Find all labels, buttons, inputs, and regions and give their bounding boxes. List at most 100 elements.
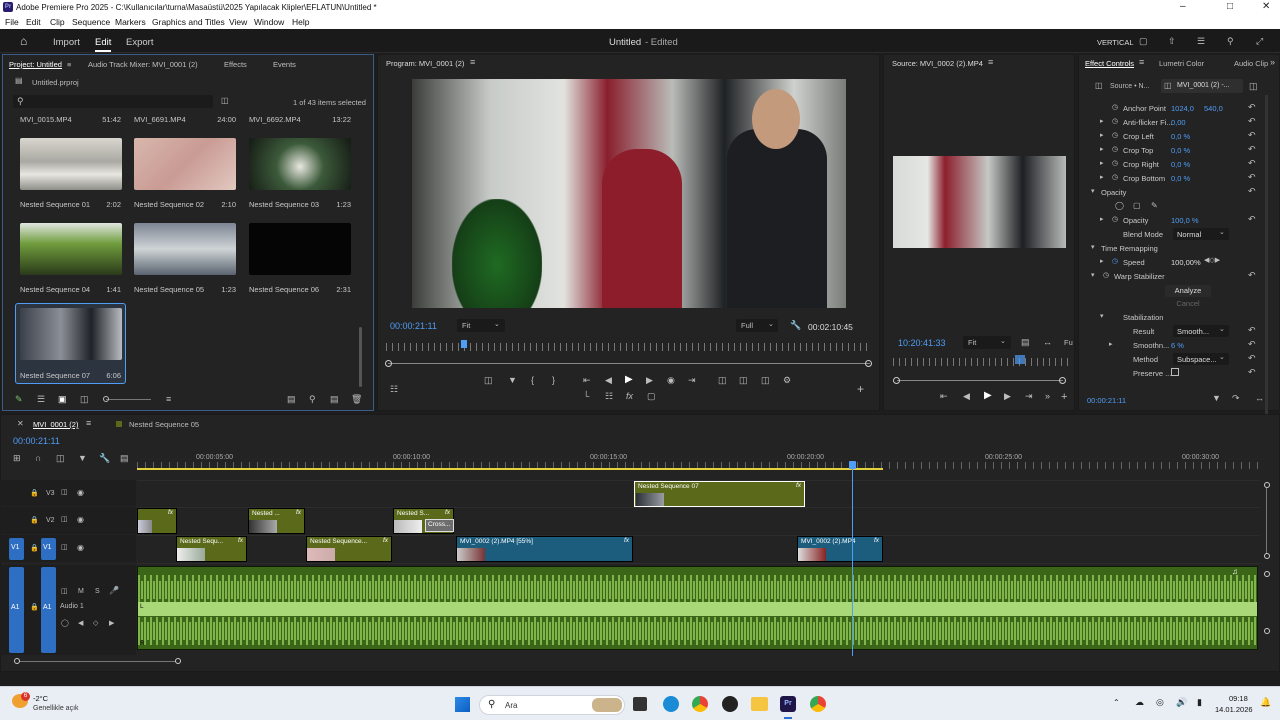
fx-badge-icon[interactable]: ◷ — [1103, 272, 1109, 279]
go-to-out-icon[interactable]: ⇥ — [1025, 392, 1033, 401]
method-select[interactable]: Subspace... ⌄ — [1173, 353, 1229, 365]
project-search-input[interactable]: ⚲ — [13, 95, 213, 108]
pen-mask-icon[interactable]: ✎ — [1151, 202, 1158, 210]
lock-icon[interactable]: 🔒 — [30, 604, 39, 611]
stopwatch-icon[interactable]: ◷ — [1112, 216, 1118, 223]
program-quality-select[interactable]: Full ⌄ — [736, 319, 778, 332]
reset-icon[interactable]: ↶ — [1248, 172, 1256, 183]
prop-value[interactable]: 0,0 % — [1171, 132, 1190, 141]
program-title[interactable]: Program: MVI_0001 (2) — [386, 59, 464, 68]
reset-icon[interactable]: ↶ — [1248, 339, 1256, 350]
sort-icon[interactable]: ≡ — [166, 395, 171, 404]
zoom-handle-right[interactable] — [1059, 377, 1066, 384]
vr-icon[interactable]: ▢ — [647, 392, 656, 401]
thumbnail-nested-04[interactable] — [20, 223, 122, 275]
expand-icon[interactable]: ▸ — [1100, 216, 1104, 223]
taskbar-search-box[interactable]: ⚲ Ara — [479, 695, 625, 715]
lock-icon[interactable]: 🔒 — [30, 517, 39, 524]
expand-icon[interactable]: ▸ — [1100, 174, 1104, 181]
lift-icon[interactable]: ◫ — [718, 376, 727, 385]
sync-icon[interactable]: ◫ — [61, 544, 68, 551]
source-fit-select[interactable]: Fit ⌄ — [963, 336, 1011, 349]
sync-icon[interactable]: ◫ — [61, 516, 68, 523]
mark-in-icon[interactable]: { — [531, 376, 534, 385]
thumbnail-nested-02[interactable] — [134, 138, 236, 190]
windows-start-icon[interactable] — [455, 697, 470, 712]
transition-cross-dissolve[interactable]: Cross... — [425, 519, 454, 532]
eye-icon[interactable]: ◉ — [77, 489, 84, 497]
ec-menu-icon[interactable]: ≡ — [1139, 58, 1144, 67]
add-marker-icon[interactable]: ▼ — [78, 454, 87, 463]
nav-export[interactable]: Export — [126, 37, 153, 48]
volume-icon[interactable]: 🔊 — [1176, 697, 1187, 708]
tab-project[interactable]: Project: Untitled — [9, 60, 62, 69]
ec-clip-tab[interactable]: ◫ MVI_0001 (2) -... — [1161, 79, 1243, 93]
reset-icon[interactable]: ↶ — [1248, 214, 1256, 225]
tab-sequence-main[interactable]: MVI_0001 (2) — [33, 420, 78, 429]
reset-icon[interactable]: ↶ — [1248, 144, 1256, 155]
work-area-bar[interactable] — [137, 468, 883, 470]
network-icon[interactable]: ◎ — [1156, 697, 1164, 708]
selected-item-nested-07[interactable]: Nested Sequence 07 6:06 — [15, 303, 126, 384]
ec-source-tab[interactable]: Source • N... — [1110, 83, 1149, 90]
wrench-icon[interactable]: 🔧 — [99, 454, 110, 463]
program-fit-select[interactable]: Fit ⌄ — [457, 319, 505, 332]
solo-button[interactable]: S — [95, 588, 100, 595]
item-name[interactable]: Nested Sequence 03 — [249, 200, 319, 209]
play-icon[interactable]: ▶ — [625, 375, 633, 385]
track-label-v3[interactable]: V3 — [46, 490, 55, 497]
vscroll-handle-bottom[interactable] — [1264, 553, 1270, 559]
anchor-y[interactable]: 540,0 — [1204, 104, 1223, 113]
tab-audio-mixer[interactable]: Audio Track Mixer: MVI_0001 (2) — [88, 60, 198, 69]
stopwatch-icon[interactable]: ◷ — [1112, 258, 1118, 265]
prop-value[interactable]: 0,0 % — [1171, 146, 1190, 155]
clip-v1-c[interactable]: MVI_0002 (2).MP4 [55%] fx — [456, 536, 633, 562]
safe-margins-icon[interactable]: ☷ — [390, 385, 398, 394]
go-to-in-icon[interactable]: ⇤ — [583, 376, 591, 385]
add-button-icon[interactable]: + — [857, 383, 864, 395]
play-icon[interactable]: ▶ — [984, 391, 992, 401]
prev-keyframe-icon[interactable]: ◀ — [78, 620, 83, 627]
mark-out-icon[interactable]: } — [552, 376, 555, 385]
settings-icon[interactable]: ▤ — [1021, 338, 1030, 347]
speed-value[interactable]: 100,00% — [1171, 258, 1201, 267]
item-name[interactable]: MVI_6692.MP4 — [249, 115, 301, 124]
filter-icon[interactable]: ▼ — [1212, 394, 1221, 403]
source-menu-icon[interactable]: ≡ — [988, 58, 993, 67]
reset-icon[interactable]: ↶ — [1248, 130, 1256, 141]
tab-lumetri[interactable]: Lumetri Color — [1159, 59, 1204, 68]
more-tabs-icon[interactable]: » — [1270, 58, 1275, 67]
item-name[interactable]: Nested Sequence 06 — [249, 285, 319, 294]
analyze-button[interactable]: Analyze — [1165, 285, 1211, 297]
clip-v1-a[interactable]: Nested Sequ... fx — [176, 536, 247, 562]
vscroll-track[interactable] — [1266, 488, 1267, 554]
clip-v1-b[interactable]: Nested Sequence... fx — [306, 536, 392, 562]
collapse-icon[interactable]: ▾ — [1100, 313, 1104, 320]
nav-edit[interactable]: Edit — [95, 37, 111, 48]
reset-icon[interactable]: ↶ — [1248, 367, 1256, 378]
align-icon[interactable]: ☷ — [605, 392, 613, 401]
item-name[interactable]: Nested Sequence 01 — [20, 200, 90, 209]
item-name[interactable]: MVI_0015.MP4 — [20, 115, 72, 124]
prop-value[interactable]: 0,0 % — [1171, 160, 1190, 169]
program-playhead[interactable] — [461, 340, 467, 348]
program-menu-icon[interactable]: ≡ — [470, 58, 475, 67]
ec-timecode[interactable]: 00:00:21:11 — [1087, 396, 1126, 405]
step-forward-icon[interactable]: ▶ — [1004, 392, 1011, 401]
icon-view-icon[interactable]: ▣ — [58, 395, 67, 404]
item-name[interactable]: MVI_6691.MP4 — [134, 115, 186, 124]
layout-icon[interactable]: ▢ — [1139, 37, 1148, 46]
clip-v2-a[interactable]: fx — [137, 508, 177, 534]
captions-icon[interactable]: ▤ — [120, 454, 129, 463]
add-keyframe-icon[interactable]: ◇ — [93, 620, 98, 627]
result-select[interactable]: Smooth... ⌄ — [1173, 325, 1229, 337]
add-button-icon[interactable]: + — [1061, 392, 1067, 403]
nav-import[interactable]: Import — [53, 37, 80, 48]
thumbnail-nested-05[interactable] — [134, 223, 236, 275]
audio-vscroll-bottom[interactable] — [1264, 628, 1270, 634]
next-keyframe-icon[interactable]: ▶ — [109, 620, 114, 627]
task-view-icon[interactable] — [633, 697, 647, 711]
reset-icon[interactable]: ↶ — [1248, 186, 1256, 197]
weather-desc[interactable]: Genellikle açık — [33, 705, 79, 712]
notifications-icon[interactable]: 🔔 — [1260, 697, 1271, 708]
